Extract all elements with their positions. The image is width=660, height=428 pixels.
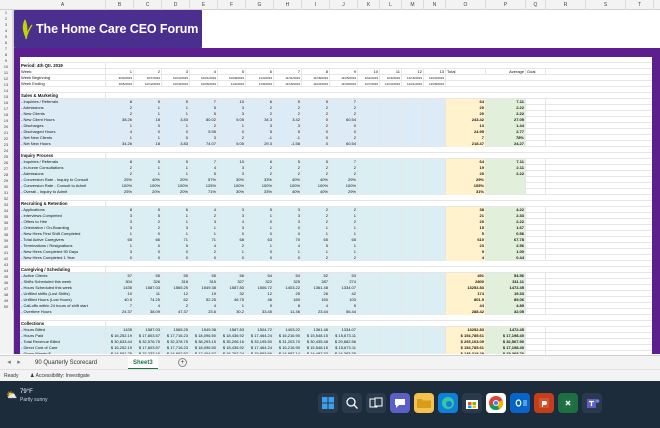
grid-cell[interactable]: $ 15,368.70 (486, 351, 526, 354)
column-headers: ABCDEFGHIJKLMNOPQRST (0, 0, 660, 10)
table-row: - Gross Margin $ $ 14,581.25 $ 15,233.16 $ … (20, 351, 652, 354)
windows-taskbar: ⛅ 79°F Partly sunny (0, 381, 660, 428)
column-header[interactable]: J (330, 0, 358, 10)
grid-cell[interactable] (380, 351, 402, 354)
tab-scroll-left-icon[interactable]: ◂ (4, 356, 14, 370)
sheet-tab-bar: ◂ ▸ 90 Quarterly Scorecard Sheet3 + (0, 355, 660, 370)
grid-cell[interactable]: $ 14,487.33 (302, 351, 330, 354)
column-header[interactable]: R (546, 0, 586, 10)
grid-cell[interactable]: $ 15,853.66 (246, 351, 274, 354)
chrome-icon[interactable] (486, 393, 506, 413)
column-header[interactable]: B (106, 0, 134, 10)
grid-cell[interactable]: $ 138,318.28 (446, 351, 486, 354)
column-header[interactable]: I (302, 0, 330, 10)
leaf-logo-icon (22, 19, 33, 40)
grid-cell[interactable] (424, 351, 446, 354)
teams-chat-icon[interactable] (390, 393, 410, 413)
scorecard-grid: Period: 4th Qtr. 2019 Week: 1 2 3 4 5 6 7 8 9 10 11 1… (20, 57, 652, 354)
grid-cell[interactable]: $ 16,767.24 (218, 351, 246, 354)
windows-start-icon[interactable] (318, 393, 338, 413)
row-number[interactable]: 50 (0, 304, 13, 310)
task-view-icon[interactable] (366, 393, 386, 413)
excel-icon[interactable] (558, 393, 578, 413)
search-icon[interactable] (342, 393, 362, 413)
tab-scroll-right-icon[interactable]: ▸ (14, 356, 24, 370)
excel-window: ABCDEFGHIJKLMNOPQRST 1 2 3 4 5 6 7 8 9 10 11 12 13 14… (0, 0, 660, 428)
column-header[interactable]: H (274, 0, 302, 10)
grid-cell[interactable]: $ 17,404.57 (190, 351, 218, 354)
weather-temperature: 79°F (20, 389, 33, 395)
grid-cell[interactable]: $ 14,662.52 (162, 351, 190, 354)
weather-icon[interactable]: ⛅ (6, 390, 17, 401)
grid-cell[interactable]: $ 14,383.35 (330, 351, 358, 354)
column-header[interactable]: Q (526, 0, 546, 10)
teams-icon[interactable] (582, 393, 602, 413)
grid-cell[interactable] (402, 351, 424, 354)
tab-90-quarterly-scorecard[interactable]: 90 Quarterly Scorecard (30, 356, 102, 370)
weather-condition: Partly sunny (20, 397, 48, 403)
grid-cell[interactable]: $ 14,887.14 (274, 351, 302, 354)
column-header[interactable]: M (402, 0, 424, 10)
status-bar: Ready ♟ Accessibility: Investigate (0, 369, 660, 381)
column-header[interactable]: O (446, 0, 486, 10)
column-header[interactable]: E (190, 0, 218, 10)
row-label[interactable]: - Gross Margin $ (20, 351, 106, 354)
tab-sheet3[interactable]: Sheet3 (128, 356, 158, 370)
store-icon[interactable] (462, 393, 482, 413)
column-header[interactable]: S (586, 0, 626, 10)
column-header[interactable]: N (424, 0, 446, 10)
powerpoint-icon[interactable] (534, 393, 554, 413)
grid-cell[interactable]: $ 14,581.25 (106, 351, 134, 354)
file-explorer-icon[interactable] (414, 393, 434, 413)
column-header[interactable]: T (626, 0, 654, 10)
forum-logo: The Home Care CEO Forum (14, 10, 202, 48)
row-headers: 1 2 3 4 5 6 7 8 9 10 11 12 13 14 15 16 17 18 19 20 21 22 23 24 2… (0, 10, 14, 354)
logo-text: The Home Care CEO Forum (36, 22, 199, 36)
outlook-icon[interactable] (510, 393, 530, 413)
accessibility-icon: ♟ (30, 373, 35, 379)
column-header[interactable]: A (20, 0, 106, 10)
accessibility-label: Accessibility: Investigate (35, 373, 90, 379)
grid-cell[interactable]: $ 15,233.16 (134, 351, 162, 354)
grid-cell[interactable] (358, 351, 380, 354)
grid-cell[interactable] (526, 351, 546, 354)
add-sheet-icon[interactable]: + (178, 358, 187, 367)
edge-browser-icon[interactable] (438, 393, 458, 413)
column-header[interactable]: F (218, 0, 246, 10)
column-header[interactable]: P (486, 0, 526, 10)
column-header[interactable]: G (246, 0, 274, 10)
column-header[interactable]: C (134, 0, 162, 10)
column-header[interactable]: K (358, 0, 380, 10)
column-header[interactable]: L (380, 0, 402, 10)
column-header[interactable]: D (162, 0, 190, 10)
